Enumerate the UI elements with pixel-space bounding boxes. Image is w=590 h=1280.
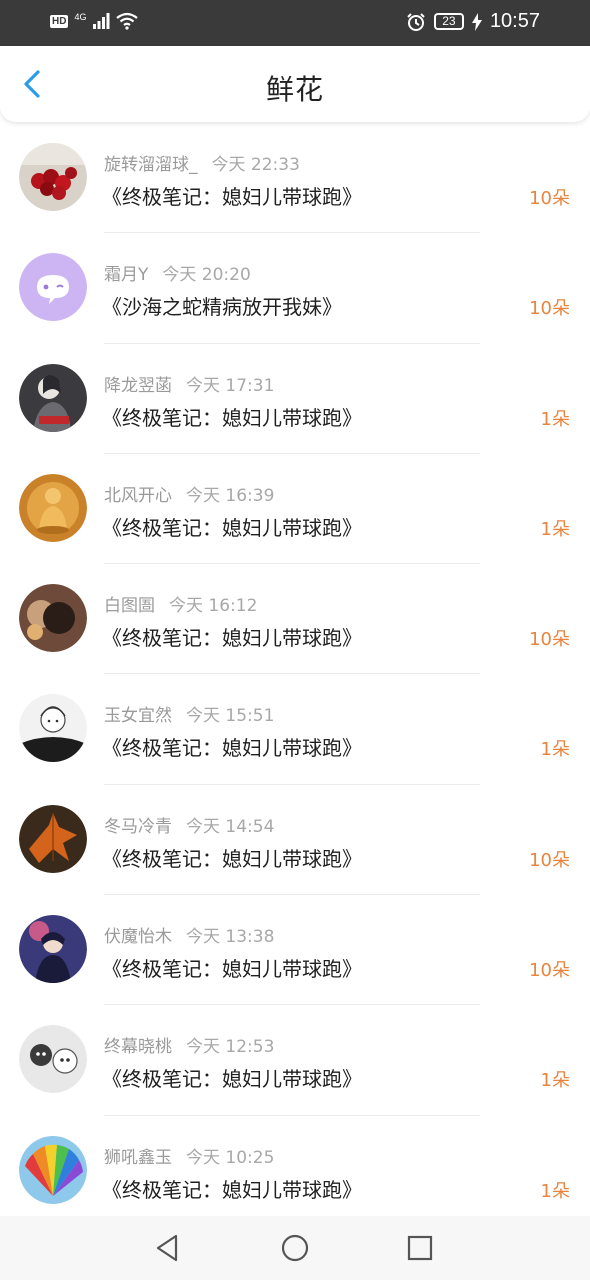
item-meta: 玉女宜然 今天 15:51: [104, 701, 274, 726]
book-title[interactable]: 《终极笔记：媳妇儿带球跑》: [102, 953, 362, 982]
list-item[interactable]: 北风开心 今天 16:39 《终极笔记：媳妇儿带球跑》 1朵: [0, 454, 590, 565]
timestamp: 今天 20:20: [162, 265, 251, 286]
recent-square-icon[interactable]: [404, 1232, 436, 1264]
timestamp: 今天 12:53: [186, 1037, 275, 1058]
book-title[interactable]: 《沙海之蛇精病放开我妹》: [102, 291, 342, 320]
status-bar: HD 4G 23 10:57: [0, 0, 590, 46]
list-item[interactable]: 伏魔怡木 今天 13:38 《终极笔记：媳妇儿带球跑》 10朵: [0, 895, 590, 1006]
flower-count: 1朵: [540, 518, 570, 540]
username[interactable]: 冬马冷青: [104, 817, 172, 837]
item-meta: 终幕晓桃 今天 12:53: [104, 1032, 274, 1057]
username[interactable]: 白图圄: [104, 596, 155, 616]
item-meta: 霜月Y 今天 20:20: [104, 260, 251, 285]
item-meta: 白图圄 今天 16:12: [104, 591, 257, 616]
flower-count: 10朵: [529, 849, 570, 871]
avatar[interactable]: [19, 915, 87, 984]
item-meta: 北风开心 今天 16:39: [104, 481, 274, 506]
page-title: 鲜花: [265, 73, 324, 106]
item-meta: 狮吼鑫玉 今天 10:25: [104, 1143, 274, 1168]
book-title[interactable]: 《终极笔记：媳妇儿带球跑》: [102, 622, 362, 651]
avatar[interactable]: [19, 253, 87, 322]
flower-count: 1朵: [540, 408, 570, 430]
avatar[interactable]: [19, 584, 87, 653]
avatar[interactable]: [19, 1135, 87, 1204]
flower-count: 10朵: [529, 629, 570, 651]
flower-count: 10朵: [529, 960, 570, 982]
list-item[interactable]: 霜月Y 今天 20:20 《沙海之蛇精病放开我妹》 10朵: [0, 233, 590, 344]
username[interactable]: 旋转溜溜球_: [104, 155, 198, 175]
item-meta: 旋转溜溜球_ 今天 22:33: [104, 150, 300, 175]
book-title[interactable]: 《终极笔记：媳妇儿带球跑》: [102, 732, 362, 761]
status-left: HD 4G: [50, 12, 139, 30]
username[interactable]: 狮吼鑫玉: [104, 1148, 172, 1168]
clock: 10:57: [489, 10, 540, 32]
book-title[interactable]: 《终极笔记：媳妇儿带球跑》: [102, 402, 362, 431]
timestamp: 今天 16:39: [186, 485, 275, 506]
username[interactable]: 霜月Y: [104, 265, 148, 285]
avatar[interactable]: [19, 363, 87, 432]
item-meta: 冬马冷青 今天 14:54: [104, 812, 274, 837]
item-meta: 降龙翌菡 今天 17:31: [104, 371, 274, 396]
flower-count: 1朵: [540, 1180, 570, 1202]
book-title[interactable]: 《终极笔记：媳妇儿带球跑》: [102, 1174, 362, 1203]
book-title[interactable]: 《终极笔记：媳妇儿带球跑》: [102, 1063, 362, 1092]
timestamp: 今天 10:25: [186, 1147, 275, 1168]
system-nav-bar: [0, 1216, 590, 1280]
username[interactable]: 终幕晓桃: [104, 1037, 172, 1057]
book-title[interactable]: 《终极笔记：媳妇儿带球跑》: [102, 181, 362, 210]
timestamp: 今天 15:51: [186, 706, 275, 727]
flower-gift-list: 旋转溜溜球_ 今天 22:33 《终极笔记：媳妇儿带球跑》 10朵 霜月Y 今天 2…: [0, 123, 590, 1227]
item-meta: 伏魔怡木 今天 13:38: [104, 922, 274, 947]
avatar[interactable]: [19, 804, 87, 873]
status-right: 23 10:57: [406, 10, 540, 33]
list-item[interactable]: 玉女宜然 今天 15:51 《终极笔记：媳妇儿带球跑》 1朵: [0, 674, 590, 786]
network-label: 4G: [74, 12, 87, 22]
username[interactable]: 玉女宜然: [104, 706, 172, 726]
list-item[interactable]: 旋转溜溜球_ 今天 22:33 《终极笔记：媳妇儿带球跑》 10朵: [0, 123, 590, 234]
timestamp: 今天 17:31: [186, 375, 275, 396]
list-item[interactable]: 降龙翌菡 今天 17:31 《终极笔记：媳妇儿带球跑》 1朵: [0, 344, 590, 455]
book-title[interactable]: 《终极笔记：媳妇儿带球跑》: [102, 843, 362, 872]
hd-badge: HD: [50, 14, 69, 28]
wifi-icon: [116, 12, 139, 30]
list-item[interactable]: 冬马冷青 今天 14:54 《终极笔记：媳妇儿带球跑》 10朵: [0, 785, 590, 896]
avatar[interactable]: [19, 1025, 87, 1094]
list-item[interactable]: 白图圄 今天 16:12 《终极笔记：媳妇儿带球跑》 10朵: [0, 564, 590, 675]
charging-icon: [471, 12, 482, 31]
flower-count: 1朵: [540, 1070, 570, 1092]
flower-count: 10朵: [529, 188, 570, 209]
username[interactable]: 北风开心: [104, 486, 172, 506]
flower-count: 1朵: [540, 739, 570, 761]
book-title[interactable]: 《终极笔记：媳妇儿带球跑》: [102, 512, 362, 541]
timestamp: 今天 22:33: [211, 155, 300, 175]
battery-indicator: 23: [433, 13, 464, 30]
list-item[interactable]: 狮吼鑫玉 今天 10:25 《终极笔记：媳妇儿带球跑》 1朵: [0, 1116, 590, 1227]
list-item[interactable]: 终幕晓桃 今天 12:53 《终极笔记：媳妇儿带球跑》 1朵: [0, 1005, 590, 1116]
timestamp: 今天 16:12: [169, 596, 258, 617]
flower-count: 10朵: [529, 298, 570, 320]
signal-icon: [93, 13, 110, 29]
screen: HD 4G 23 10:57 鲜花 旋转溜溜球_ 今天 22:33 《终极笔记：…: [0, 0, 590, 1280]
header: 鲜花: [0, 46, 590, 122]
avatar[interactable]: [19, 143, 87, 211]
avatar[interactable]: [19, 473, 87, 542]
back-triangle-icon[interactable]: [152, 1232, 184, 1264]
timestamp: 今天 14:54: [186, 816, 275, 837]
username[interactable]: 伏魔怡木: [104, 927, 172, 947]
avatar[interactable]: [19, 694, 87, 763]
home-circle-icon[interactable]: [279, 1232, 311, 1264]
timestamp: 今天 13:38: [186, 927, 275, 948]
alarm-icon: [407, 12, 425, 31]
username[interactable]: 降龙翌菡: [104, 376, 172, 396]
